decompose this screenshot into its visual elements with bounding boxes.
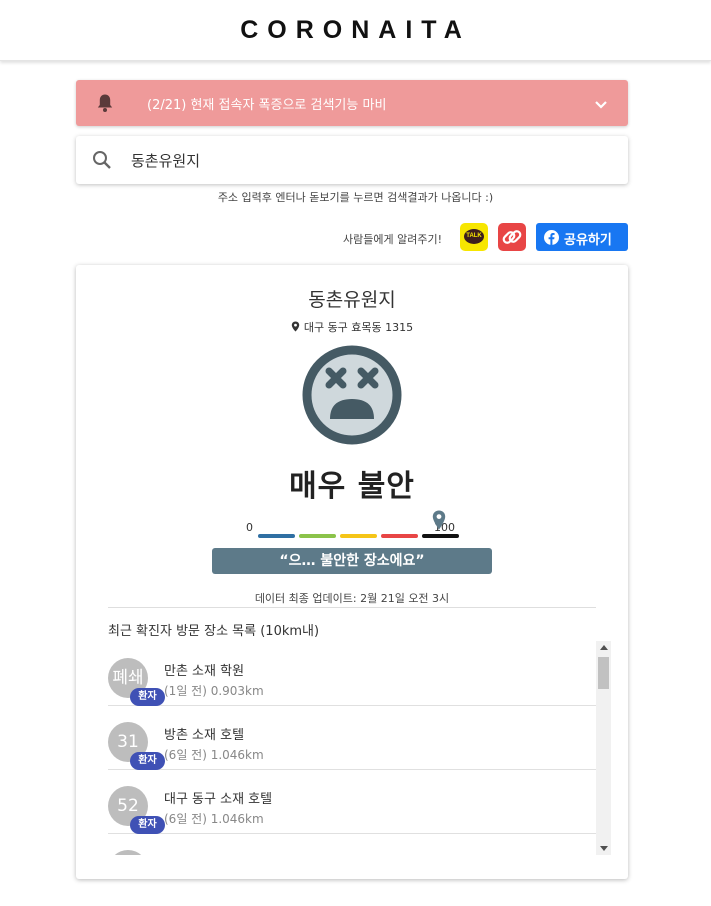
visits-list-title: 최근 확진자 방문 장소 목록 (10km내) xyxy=(108,624,320,639)
scroll-thumb[interactable] xyxy=(598,657,609,689)
place-name: 동촌유원지 xyxy=(308,289,396,311)
kakao-talk-icon: TALK xyxy=(464,229,484,244)
patient-badge: 환자 xyxy=(130,752,165,770)
patient-badge: 환자 xyxy=(130,688,165,706)
place-address: 대구 동구 효목동 1315 xyxy=(76,319,628,335)
list-item-title: 방촌 소재 호텔 xyxy=(164,728,245,743)
patient-badge: 환자 xyxy=(130,816,165,834)
risk-message: “으… 불안한 장소에요” xyxy=(212,548,492,574)
search-icon[interactable] xyxy=(92,150,112,174)
facebook-share-button[interactable]: 공유하기 xyxy=(536,223,628,251)
kakao-share-button[interactable]: TALK xyxy=(460,223,488,251)
app-logo[interactable]: CORONAITA xyxy=(0,16,711,45)
scroll-up-arrow-icon[interactable] xyxy=(600,645,608,650)
list-item-title: 만촌 소재 학원 xyxy=(164,664,245,679)
list-item[interactable] xyxy=(108,833,596,855)
location-pin-icon xyxy=(291,321,300,332)
gauge-segment xyxy=(258,534,295,538)
gauge-segment xyxy=(340,534,377,538)
list-item[interactable]: 31 환자 방촌 소재 호텔 (6일 전) 1.046km xyxy=(108,705,596,770)
dizzy-face-icon xyxy=(302,345,402,449)
avatar xyxy=(108,850,148,855)
link-icon xyxy=(498,230,526,255)
list-item-subtitle: (6일 전) 1.046km xyxy=(164,812,264,826)
risk-gauge: 0 100 xyxy=(246,505,466,545)
search-input[interactable] xyxy=(131,148,601,172)
list-item[interactable]: 폐쇄 환자 만촌 소재 학원 (1일 전) 0.903km xyxy=(108,641,596,706)
gauge-min-label: 0 xyxy=(246,521,253,534)
facebook-share-label: 공유하기 xyxy=(564,233,612,248)
gauge-segment xyxy=(299,534,336,538)
notice-banner[interactable]: (2/21) 현재 접속자 폭증으로 검색기능 마비 xyxy=(76,80,628,126)
visits-list[interactable]: 폐쇄 환자 만촌 소재 학원 (1일 전) 0.903km 31 환자 방촌 소… xyxy=(108,641,596,855)
facebook-icon xyxy=(544,230,559,249)
gauge-segment xyxy=(422,534,459,538)
place-card: 동촌유원지 대구 동구 효목동 1315 매우 불안 0 100 “으… 불안한… xyxy=(76,265,628,879)
gauge-segment xyxy=(381,534,418,538)
risk-status: 매우 불안 xyxy=(289,469,415,504)
list-item[interactable]: 52 환자 대구 동구 소재 호텔 (6일 전) 1.046km xyxy=(108,769,596,834)
copy-link-button[interactable] xyxy=(498,223,526,251)
search-box xyxy=(76,136,628,184)
chevron-down-icon[interactable] xyxy=(594,95,608,114)
divider xyxy=(108,607,596,608)
bell-icon xyxy=(96,93,114,117)
list-scrollbar[interactable] xyxy=(596,641,611,855)
scroll-down-arrow-icon[interactable] xyxy=(600,846,608,851)
list-item-title: 대구 동구 소재 호텔 xyxy=(164,792,273,807)
last-updated: 데이터 최종 업데이트: 2월 21일 오전 3시 xyxy=(254,592,450,605)
address-text: 대구 동구 효목동 1315 xyxy=(303,321,414,334)
notice-text: (2/21) 현재 접속자 폭증으로 검색기능 마비 xyxy=(147,98,387,113)
share-label: 사람들에게 알려주기! xyxy=(343,233,442,246)
search-hint: 주소 입력후 엔터나 돋보기를 누르면 검색결과가 나옵니다 :) xyxy=(217,191,494,204)
app-header: CORONAITA xyxy=(0,0,711,61)
list-item-subtitle: (6일 전) 1.046km xyxy=(164,748,264,762)
gauge-marker-icon xyxy=(432,510,446,534)
list-item-subtitle: (1일 전) 0.903km xyxy=(164,684,264,698)
